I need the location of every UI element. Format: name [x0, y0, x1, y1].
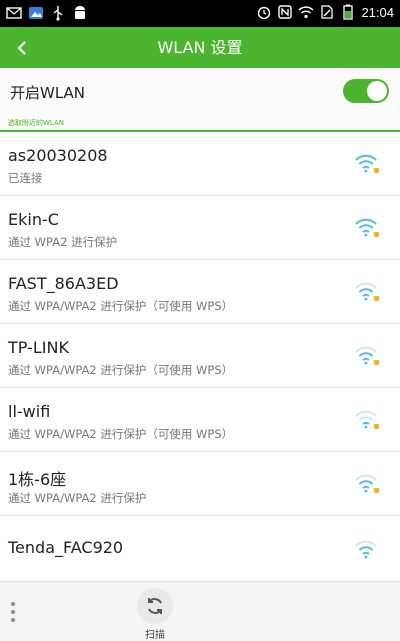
network-status: 通过 WPA/WPA2 进行保护（可使用 WPS） [8, 363, 234, 377]
usb-icon [50, 5, 66, 21]
title-bar: WLAN 设置 [0, 27, 400, 68]
alarm-icon [256, 4, 272, 20]
network-status: 通过 WPA/WPA2 进行保护（可使用 WPS） [8, 299, 234, 313]
network-item[interactable]: TP-LINK 通过 WPA/WPA2 进行保护（可使用 WPS） [0, 324, 400, 388]
android-icon [72, 5, 88, 21]
wifi-signal-icon [354, 472, 379, 494]
network-item[interactable]: FAST_86A3ED 通过 WPA/WPA2 进行保护（可使用 WPS） [0, 260, 400, 324]
network-name: Tenda_FAC920 [8, 538, 124, 557]
no-sim-icon [319, 4, 335, 20]
battery-icon [340, 4, 356, 20]
more-options-button[interactable] [8, 600, 18, 624]
network-item[interactable]: as20030208 已连接 [0, 132, 400, 196]
wifi-signal-icon [354, 216, 379, 238]
lock-icon [374, 424, 379, 429]
network-item[interactable]: Ekin-C 通过 WPA2 进行保护 [0, 196, 400, 260]
lock-icon [374, 168, 379, 173]
wifi-status-icon [298, 4, 314, 20]
more-dot [11, 610, 15, 614]
network-name: ll-wifi [8, 402, 51, 421]
nfc-icon [277, 4, 293, 20]
status-bar: 21:04 [0, 0, 400, 27]
network-name: 1栋-6座 [8, 470, 67, 489]
refresh-icon [137, 588, 173, 624]
network-status: 已连接 [8, 171, 43, 185]
wifi-signal-icon [354, 280, 379, 302]
gallery-icon [28, 5, 44, 21]
network-status: 通过 WPA/WPA2 进行保护（可使用 WPS） [8, 427, 234, 441]
scan-label: 扫描 [145, 630, 165, 641]
wifi-signal-icon [354, 538, 378, 560]
wifi-signal-icon [354, 408, 379, 430]
page-title: WLAN 设置 [157, 38, 243, 57]
wlan-toggle-label: 开启WLAN [10, 84, 86, 102]
bottom-bar: 扫描 [0, 581, 400, 641]
toggle-knob [367, 81, 387, 101]
scan-button[interactable]: 扫描 [135, 588, 175, 641]
wifi-signal-icon [354, 344, 379, 366]
lock-icon [374, 232, 379, 237]
network-item[interactable]: Tenda_FAC920 [0, 516, 400, 581]
network-status: 通过 WPA2 进行保护 [8, 235, 118, 249]
more-dot [11, 602, 15, 606]
more-dot [11, 618, 15, 622]
network-name: TP-LINK [8, 338, 69, 357]
wlan-toggle-switch[interactable] [343, 79, 389, 103]
network-status: 通过 WPA/WPA2 进行保护 [8, 491, 147, 505]
lock-icon [374, 360, 379, 365]
sms-icon [6, 5, 22, 21]
network-list: as20030208 已连接 Ekin-C 通过 WPA2 进行保护 FAST_… [0, 132, 400, 581]
section-label: 选取附近的WLAN [8, 119, 65, 127]
network-item[interactable]: 1栋-6座 通过 WPA/WPA2 进行保护 [0, 452, 400, 516]
network-name: as20030208 [8, 146, 108, 165]
network-name: Ekin-C [8, 210, 59, 229]
back-button[interactable] [0, 27, 44, 68]
lock-icon [374, 488, 379, 493]
wifi-signal-icon [354, 152, 379, 174]
wlan-toggle-row: 开启WLAN [0, 68, 400, 116]
clock: 21:04 [361, 4, 394, 20]
network-item[interactable]: ll-wifi 通过 WPA/WPA2 进行保护（可使用 WPS） [0, 388, 400, 452]
back-arrow-icon [17, 40, 26, 55]
lock-icon [374, 296, 379, 301]
network-name: FAST_86A3ED [8, 274, 119, 293]
